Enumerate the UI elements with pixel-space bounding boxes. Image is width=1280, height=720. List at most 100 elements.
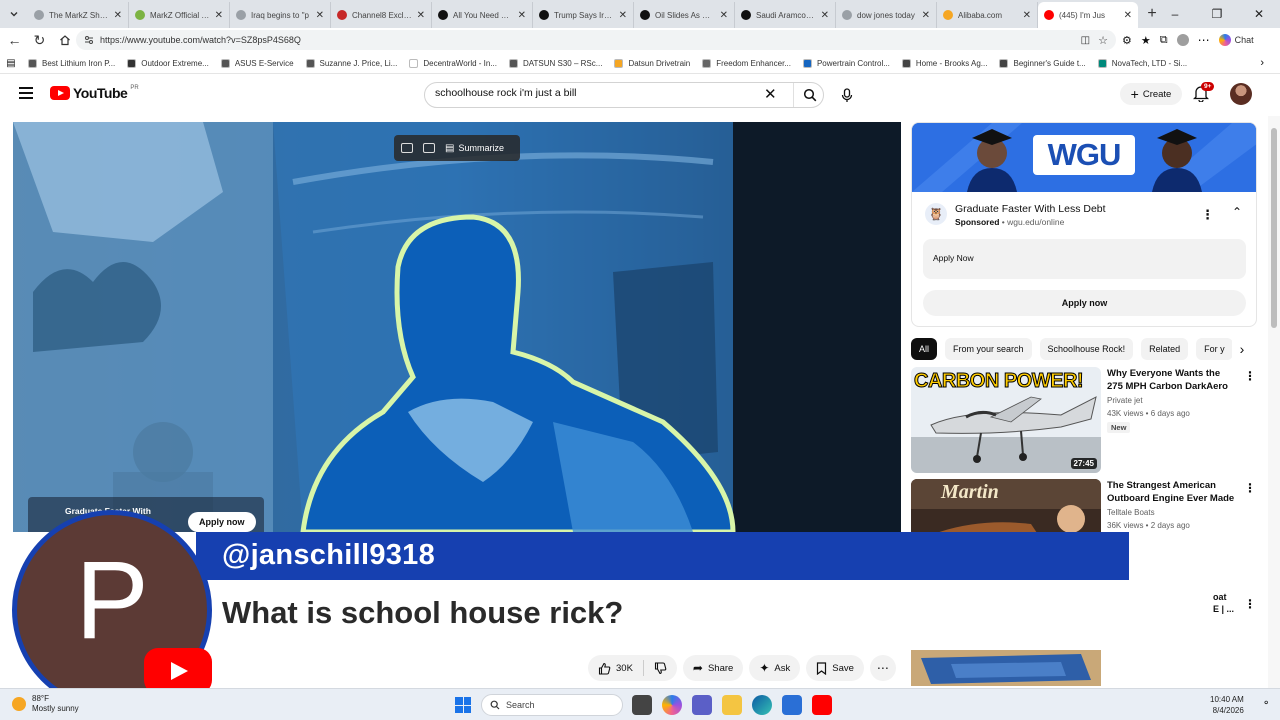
voice-search-button[interactable] [834, 82, 860, 108]
bookmark-item[interactable]: Powertrain Control... [797, 58, 896, 68]
tab-close-icon[interactable]: ✕ [619, 10, 627, 21]
bookmark-item[interactable]: Suzanne J. Price, Li... [300, 58, 404, 68]
reading-list-icon[interactable]: ▤ [0, 58, 22, 69]
picture-in-picture-icon[interactable] [401, 143, 413, 153]
scrollbar-thumb[interactable] [1271, 128, 1277, 328]
tab-close-icon[interactable]: ✕ [114, 10, 122, 21]
browser-tab[interactable]: The MarkZ Show ✕ [28, 2, 129, 28]
bookmark-item[interactable]: Freedom Enhancer... [696, 58, 797, 68]
browser-menu-icon[interactable]: ⋯ [1198, 33, 1210, 47]
collections-icon[interactable]: ⧉ [1160, 34, 1168, 47]
youtube-app-icon[interactable] [812, 695, 832, 715]
related-title-1[interactable]: Why Everyone Wants the 275 MPH Carbon Da… [1107, 367, 1235, 393]
related-channel-1[interactable]: Private jet [1107, 396, 1143, 405]
close-window-button[interactable]: ✕ [1238, 0, 1280, 28]
search-input[interactable] [435, 87, 755, 99]
chevron-up-icon[interactable]: ⌃ [1232, 205, 1242, 219]
related-thumbnail-1[interactable]: CARBON POWER! 27:45 [911, 367, 1101, 473]
overlay-ad-button[interactable]: Apply now [188, 512, 256, 532]
dislike-button[interactable] [644, 655, 677, 681]
chevron-right-icon[interactable]: › [1232, 338, 1252, 360]
account-avatar[interactable] [1230, 83, 1252, 105]
video-player[interactable]: ▤ Summarize Graduate Faster With Apply n… [13, 122, 901, 532]
related-video-1[interactable]: CARBON POWER! 27:45 Why Everyone Wants t… [911, 367, 1257, 473]
ad-apply-button[interactable]: Apply now [923, 290, 1246, 316]
browser-tab[interactable]: Oil Slides As Qata ✕ [634, 2, 735, 28]
edge-icon[interactable] [752, 695, 772, 715]
filter-chip[interactable]: Schoolhouse Rock! [1039, 338, 1134, 360]
bookmark-item[interactable]: Datsun Drivetrain [608, 58, 696, 68]
more-actions-button[interactable]: ⋯ [869, 655, 896, 681]
related-title-partial[interactable]: oat E | ... [1213, 591, 1234, 615]
related-channel-2[interactable]: Telltale Boats [1107, 508, 1155, 517]
sponsored-ad-card[interactable]: WGU 🦉 Graduate Faster With Less Debt Spo… [911, 122, 1257, 327]
page-scrollbar[interactable] [1268, 116, 1280, 688]
taskbar-search[interactable]: Search [481, 694, 623, 716]
bookmark-item[interactable]: DATSUN S30 – RSc... [503, 58, 608, 68]
share-button[interactable]: ➦ Share [682, 655, 744, 681]
tab-close-icon[interactable]: ✕ [417, 10, 425, 21]
ad-menu-icon[interactable]: ⋮ [1201, 207, 1214, 223]
bookmark-item[interactable]: Outdoor Extreme... [121, 58, 215, 68]
related-thumbnail-4[interactable] [911, 650, 1101, 686]
browser-tab[interactable]: (445) I'm Jus ✕ [1038, 2, 1138, 28]
browser-tab[interactable]: MarkZ Official Te ✕ [129, 2, 230, 28]
tab-close-icon[interactable]: ✕ [215, 10, 223, 21]
ad-title[interactable]: Graduate Faster With Less Debt [955, 203, 1106, 215]
related-thumbnail-2[interactable]: Martin [911, 479, 1101, 532]
store-icon[interactable] [782, 695, 802, 715]
restore-button[interactable]: ❐ [1196, 0, 1238, 28]
tab-search-button[interactable] [0, 0, 28, 28]
browser-tab[interactable]: Iraq begins to "p ✕ [230, 2, 331, 28]
browser-tab[interactable]: Alibaba.com ✕ [937, 2, 1038, 28]
favorites-icon[interactable]: ★ [1141, 34, 1151, 47]
install-app-icon[interactable]: ◫ [1081, 35, 1090, 46]
notifications-button[interactable]: 9+ [1192, 82, 1215, 105]
bookmark-star-icon[interactable]: ☆ [1098, 34, 1108, 47]
search-button[interactable] [793, 83, 825, 107]
bookmark-item[interactable]: NovaTech, LTD - Si... [1092, 58, 1193, 68]
address-bar[interactable]: https://www.youtube.com/watch?v=SZ8psP4S… [76, 30, 1116, 50]
browser-tab[interactable]: Saudi Aramco Pri ✕ [735, 2, 836, 28]
related-video-2[interactable]: Martin The Strangest American Outboard E… [911, 479, 1257, 532]
like-button[interactable]: 30K [588, 655, 643, 681]
save-button[interactable]: Save [806, 655, 864, 681]
related-title-2[interactable]: The Strangest American Outboard Engine E… [1107, 479, 1235, 505]
extensions-icon[interactable]: ⚙ [1122, 34, 1132, 47]
ask-button[interactable]: ✦ Ask [749, 655, 801, 681]
bookmark-item[interactable]: Best Lithium Iron P... [22, 58, 121, 68]
tab-close-icon[interactable]: ✕ [720, 10, 728, 21]
tab-close-icon[interactable]: ✕ [821, 10, 829, 21]
tab-close-icon[interactable]: ✕ [1023, 10, 1031, 21]
filter-chip[interactable]: For y [1196, 338, 1233, 360]
related-menu-icon[interactable]: ⋮ [1244, 369, 1256, 383]
related-menu-icon[interactable]: ⋮ [1244, 597, 1256, 611]
bookmark-item[interactable]: ASUS E-Service [215, 58, 300, 68]
browser-tab[interactable]: Trump Says Iran N ✕ [533, 2, 634, 28]
back-button[interactable]: ← [2, 28, 27, 52]
tab-close-icon[interactable]: ✕ [518, 10, 526, 21]
reload-button[interactable]: ↻ [27, 28, 52, 52]
browser-tab[interactable]: All You Need To K ✕ [432, 2, 533, 28]
browser-tab[interactable]: Channel8 Exclusiv ✕ [331, 2, 432, 28]
related-menu-icon[interactable]: ⋮ [1244, 481, 1256, 495]
summarize-button[interactable]: ▤ Summarize [445, 143, 504, 154]
bookmark-item[interactable]: Beginner's Guide t... [993, 58, 1091, 68]
create-button[interactable]: + Create [1120, 83, 1182, 105]
bookmark-item[interactable]: Home - Brooks Ag... [896, 58, 994, 68]
guide-menu-icon[interactable] [19, 87, 33, 99]
start-button[interactable] [455, 697, 471, 713]
youtube-logo[interactable]: YouTube PR [50, 85, 139, 101]
notification-center-icon[interactable]: ⚬ [1262, 698, 1270, 709]
video-capture-icon[interactable] [423, 143, 435, 153]
home-button[interactable] [52, 28, 77, 52]
teams-icon[interactable] [692, 695, 712, 715]
clear-search-icon[interactable]: ✕ [764, 87, 777, 103]
filter-chip[interactable]: From your search [945, 338, 1032, 360]
task-view-icon[interactable] [632, 695, 652, 715]
copilot-chat-button[interactable]: Chat [1218, 34, 1254, 46]
ad-banner-image[interactable]: WGU [912, 123, 1256, 192]
tab-close-icon[interactable]: ✕ [1124, 10, 1132, 21]
weather-widget[interactable]: 88°F Mostly sunny [12, 694, 79, 714]
ad-apply-box[interactable]: Apply Now [923, 239, 1246, 279]
